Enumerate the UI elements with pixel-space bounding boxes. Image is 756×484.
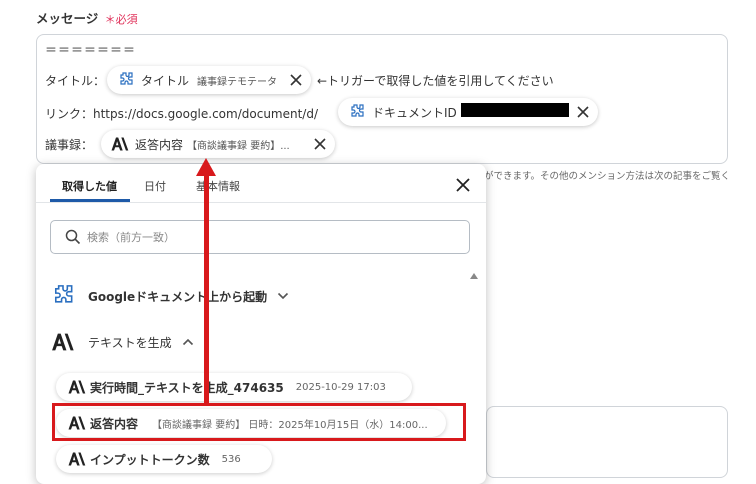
separator-line: ＝＝＝＝＝＝＝	[45, 43, 137, 57]
title-prefix: タイトル：	[45, 74, 106, 88]
message-field-label: メッセージ ＊必須	[36, 8, 138, 27]
title-chip-name: タイトル	[141, 73, 190, 88]
group-text-generation-label: テキストを生成	[88, 335, 172, 350]
message-editor[interactable]: ＝＝＝＝＝＝＝ タイトル： タイトル 議事録テモテータ ←トリガーで取得した値を…	[36, 34, 728, 164]
search-placeholder: 検索（前方一致）	[87, 231, 175, 244]
annotation-arrow-head	[196, 158, 216, 176]
annotation-arrow-shaft	[204, 174, 209, 405]
tab-date[interactable]: 日付	[144, 178, 166, 194]
redacted-block	[461, 103, 569, 117]
search-input[interactable]: 検索（前方一致）	[50, 220, 470, 254]
active-tab-indicator	[50, 199, 130, 202]
search-icon	[65, 229, 81, 245]
message-label-text: メッセージ	[36, 11, 99, 26]
puzzle-icon	[117, 71, 135, 89]
option-input-token-count-value: 536	[221, 453, 241, 465]
minutes-prefix: 議事録：	[45, 138, 94, 152]
puzzle-icon	[348, 103, 366, 121]
highlight-box	[52, 403, 466, 441]
close-icon[interactable]	[454, 176, 472, 194]
link-prefix: リンク：https://docs.google.com/document/d/	[45, 107, 319, 121]
picker-tabs: 取得した値 日付 基本情報	[36, 164, 486, 203]
option-execution-time-name: 実行時間_テキストを生成_474635	[90, 380, 284, 395]
scroll-up-arrow-icon[interactable]	[470, 273, 478, 279]
document-id-chip-name: ドキュメントID	[372, 105, 457, 120]
tab-retrieved-values[interactable]: 取得した値	[62, 178, 117, 194]
anthropic-icon	[68, 452, 86, 466]
minutes-chip-name: 返答内容	[135, 137, 184, 152]
anthropic-icon	[50, 329, 76, 355]
title-chip-value: 議事録テモテータ	[197, 76, 278, 88]
title-variable-chip[interactable]: タイトル 議事録テモテータ	[107, 66, 311, 94]
required-mark: ＊	[104, 13, 116, 26]
remove-title-chip-icon[interactable]	[289, 73, 303, 87]
chevron-down-icon	[277, 292, 289, 300]
required-text: 必須	[115, 13, 138, 26]
group-google-docs[interactable]: Googleドキュメント上から起動	[50, 283, 289, 309]
option-input-token-count-name: インプットトークン数	[90, 452, 210, 467]
required-indicator: ＊必須	[105, 13, 138, 26]
anthropic-icon	[111, 135, 129, 153]
minutes-variable-chip[interactable]: 返答内容 【商談議事録 要約】...	[101, 130, 335, 158]
chevron-up-icon	[182, 338, 194, 346]
title-instruction: ←トリガーで取得した値を引用してください	[317, 74, 554, 88]
option-execution-time[interactable]: 実行時間_テキストを生成_474635 2025-10-29 17:03	[56, 373, 412, 401]
next-field-box[interactable]	[486, 406, 728, 478]
mention-hint-text: ができます。その他のメンション方法は次の記事をご覧く	[484, 171, 731, 182]
option-input-token-count[interactable]: インプットトークン数 536	[56, 445, 272, 473]
minutes-chip-value: 【商談議事録 要約】...	[187, 140, 290, 152]
remove-document-id-chip-icon[interactable]	[576, 105, 590, 119]
option-execution-time-value: 2025-10-29 17:03	[295, 381, 386, 393]
puzzle-icon	[50, 283, 76, 309]
tab-basic-info[interactable]: 基本情報	[196, 178, 240, 194]
anthropic-icon	[68, 380, 86, 394]
group-text-generation[interactable]: テキストを生成	[50, 329, 194, 355]
remove-minutes-chip-icon[interactable]	[313, 137, 327, 151]
group-google-docs-label: Googleドキュメント上から起動	[88, 289, 268, 304]
